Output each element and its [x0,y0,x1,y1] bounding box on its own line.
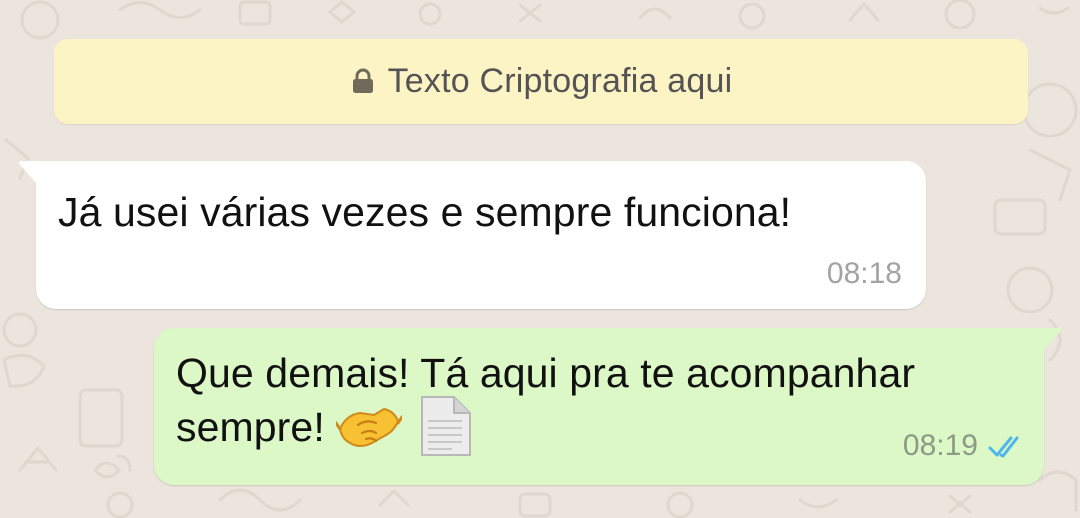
message-text: Já usei várias vezes e sempre funciona! [58,189,792,235]
message-meta: 08:19 [903,429,1026,463]
message-text-line2: sempre! [176,404,325,450]
encryption-notice-text: Texto Criptografia aqui [387,62,733,100]
bubble-tail [1042,328,1062,352]
encryption-notice[interactable]: Texto Criptografia aqui [54,39,1028,124]
message-text: Que demais! Tá aqui pra te acompanhar se… [176,346,1016,459]
document-emoji-icon [420,396,471,457]
handshake-emoji-icon [334,408,404,448]
message-text-line1: Que demais! Tá aqui pra te acompanhar [176,350,916,396]
message-time: 08:19 [902,429,978,462]
double-check-icon [988,436,1019,458]
message-bubble-incoming[interactable]: Já usei várias vezes e sempre funciona! … [18,161,926,309]
message-time: 08:18 [826,257,902,290]
bubble-tail [18,161,38,185]
lock-icon [352,68,373,93]
message-bubble-outgoing[interactable]: Que demais! Tá aqui pra te acompanhar se… [154,328,1062,485]
emoji-group [334,393,474,459]
